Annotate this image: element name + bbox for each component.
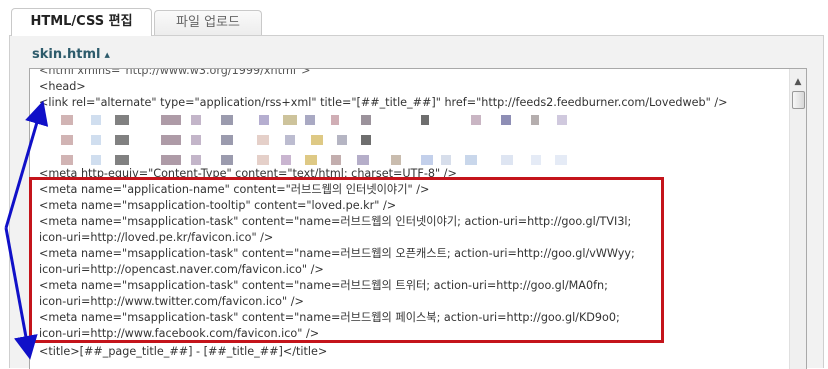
code-line: <link rel="alternate" type="application/…	[39, 96, 728, 109]
code-line: <title>[##_page_title_##] - [##_title_##…	[39, 345, 328, 358]
code-line: <meta name="application-name" content="러…	[39, 183, 430, 196]
code-line: <meta http-equiv="Content-Type" content=…	[39, 167, 457, 180]
code-line: icon-uri=http://www.facebook.com/favicon…	[39, 327, 320, 340]
scrollbar-thumb[interactable]	[792, 91, 805, 109]
code-line: <meta name="msapplication-task" content=…	[39, 279, 608, 292]
file-name: skin.html	[32, 47, 101, 62]
tab-html-css-edit[interactable]: HTML/CSS 편집	[11, 8, 152, 36]
code-line: <meta name="msapplication-task" content=…	[39, 215, 632, 228]
code-line: <head>	[39, 80, 86, 93]
code-line: icon-uri=http://www.twitter.com/favicon.…	[39, 295, 304, 308]
caret-up-icon: ▲	[104, 50, 110, 59]
file-selector[interactable]: skin.html ▲	[32, 47, 110, 62]
editor-panel: skin.html ▲ <html xmlns="http://www.w3.or…	[9, 35, 824, 369]
code-line: icon-uri=http://opencast.naver.com/favic…	[39, 263, 324, 276]
tab-file-upload[interactable]: 파일 업로드	[154, 10, 262, 36]
triangle-up-icon[interactable]: ▲	[790, 75, 806, 89]
code-line: <meta name="msapplication-tooltip" conte…	[39, 199, 397, 212]
code-line: icon-uri=http://loved.pe.kr/favicon.ico"…	[39, 231, 274, 244]
code-editor[interactable]: <html xmlns="http://www.w3.org/1999/xhtm…	[29, 68, 807, 369]
code-line: <meta name="msapplication-task" content=…	[39, 311, 620, 324]
tab-bar: HTML/CSS 편집 파일 업로드	[0, 0, 828, 36]
code-line: <meta name="msapplication-task" content=…	[39, 247, 635, 260]
code-line: <html xmlns="http://www.w3.org/1999/xhtm…	[39, 68, 311, 77]
vertical-scrollbar[interactable]: ▲	[789, 69, 806, 369]
